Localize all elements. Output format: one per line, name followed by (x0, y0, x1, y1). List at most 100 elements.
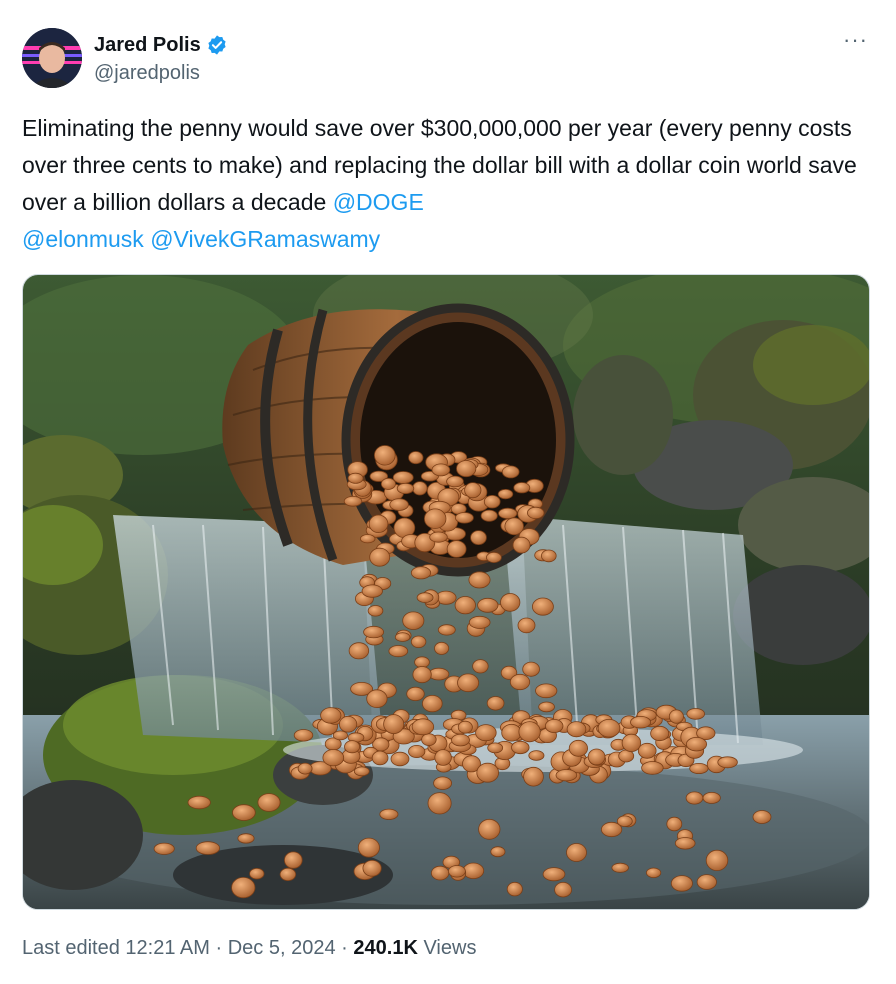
penny (497, 489, 514, 500)
penny (454, 512, 474, 524)
edited-label[interactable]: Last edited (22, 937, 120, 959)
penny (528, 750, 545, 761)
penny (478, 818, 501, 840)
penny (446, 540, 467, 558)
penny (522, 661, 540, 677)
barrel-pennies-illustration (23, 275, 869, 909)
verified-badge-icon[interactable] (206, 34, 228, 56)
penny (500, 593, 521, 612)
penny (611, 862, 629, 873)
penny (457, 720, 473, 734)
penny (394, 632, 411, 642)
penny (187, 795, 211, 810)
penny (451, 733, 470, 747)
avatar-image (22, 28, 82, 88)
penny (513, 482, 531, 494)
penny (587, 748, 606, 766)
penny (232, 804, 256, 821)
penny (517, 617, 536, 634)
penny (366, 689, 388, 709)
penny (410, 566, 432, 580)
penny (717, 756, 738, 769)
penny (472, 659, 489, 674)
penny (468, 571, 491, 589)
penny (437, 624, 456, 636)
penny (527, 506, 545, 519)
penny (462, 862, 485, 880)
penny (486, 696, 505, 711)
penny (555, 769, 578, 782)
penny (447, 865, 466, 878)
more-options-button[interactable]: ··· (843, 27, 868, 52)
penny (428, 667, 450, 681)
mention-vivekgramaswamy-link[interactable]: @VivekGRamaswamy (150, 226, 380, 252)
penny (320, 707, 342, 724)
penny (373, 445, 396, 466)
penny (388, 645, 409, 658)
penny (408, 744, 426, 758)
penny (279, 867, 297, 882)
penny (501, 723, 522, 742)
penny (406, 686, 425, 701)
penny (509, 673, 531, 691)
avatar[interactable] (22, 28, 82, 88)
penny (343, 496, 363, 507)
penny (249, 868, 265, 880)
penny (380, 477, 396, 490)
penny (485, 551, 502, 563)
user-handle[interactable]: @jaredpolis (94, 60, 228, 86)
tweet-header: Jared Polis @jaredpolis ··· (22, 28, 874, 92)
penny (231, 876, 256, 899)
penny (686, 737, 708, 752)
penny (297, 762, 313, 775)
meta-separator: · (341, 937, 348, 959)
penny (501, 465, 520, 479)
penny (464, 482, 482, 499)
penny (483, 494, 501, 509)
tweet-time[interactable]: 12:21 AM (125, 937, 210, 959)
penny (457, 673, 480, 693)
penny (674, 837, 696, 850)
more-horizontal-icon: ··· (843, 27, 868, 52)
penny (434, 749, 452, 766)
penny (322, 749, 345, 767)
penny (371, 750, 389, 766)
penny (523, 766, 544, 787)
penny (392, 471, 414, 484)
penny (689, 762, 709, 774)
penny (362, 859, 382, 877)
display-name[interactable]: Jared Polis (94, 32, 201, 58)
penny (429, 531, 448, 543)
penny (554, 882, 572, 898)
mention-elonmusk-link[interactable]: @elonmusk (22, 226, 144, 252)
tweet-media-image[interactable] (22, 274, 870, 910)
penny (506, 881, 523, 897)
tweet-date[interactable]: Dec 5, 2024 (228, 937, 336, 959)
penny (195, 841, 220, 855)
penny (433, 776, 453, 790)
penny (476, 762, 500, 783)
penny (421, 694, 443, 713)
penny (430, 865, 450, 881)
penny (637, 742, 657, 759)
penny (383, 714, 405, 735)
penny (542, 867, 566, 882)
penny (480, 509, 498, 522)
penny (456, 460, 477, 478)
penny (389, 498, 409, 511)
penny (487, 742, 504, 754)
penny (670, 875, 693, 892)
penny (410, 635, 427, 649)
penny (361, 584, 383, 598)
penny (379, 808, 399, 820)
penny (411, 718, 435, 736)
penny (431, 463, 451, 477)
penny (257, 793, 281, 812)
penny (237, 833, 255, 844)
penny (367, 605, 384, 617)
penny (532, 597, 554, 616)
penny (540, 549, 557, 563)
mention-doge-link[interactable]: @DOGE (333, 189, 424, 215)
views-count[interactable]: 240.1K (353, 937, 418, 959)
penny (369, 547, 391, 567)
